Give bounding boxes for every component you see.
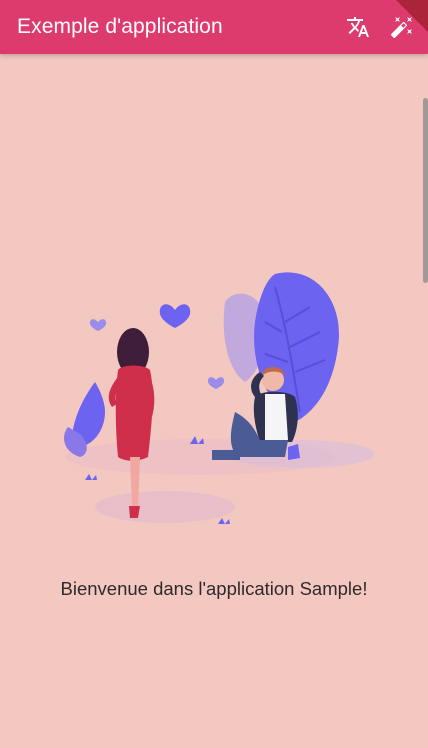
debug-banner	[396, 0, 428, 32]
man-shirt	[265, 394, 288, 440]
couple-hearts-illustration	[64, 272, 375, 524]
heart-icon	[159, 304, 191, 328]
heart-icon	[207, 377, 225, 389]
grass-tuft	[85, 474, 97, 480]
grass-tuft	[218, 518, 230, 524]
translate-button[interactable]	[336, 0, 380, 54]
app-bar: Exemple d'application	[0, 0, 428, 54]
app-title: Exemple d'application	[17, 15, 223, 38]
ground-shadow	[95, 491, 235, 523]
welcome-text: Bienvenue dans l'application Sample!	[60, 578, 368, 599]
translate-icon	[347, 17, 369, 37]
man-shoe	[212, 450, 240, 460]
scrollbar[interactable]	[423, 98, 428, 283]
heart-icon	[89, 319, 107, 331]
